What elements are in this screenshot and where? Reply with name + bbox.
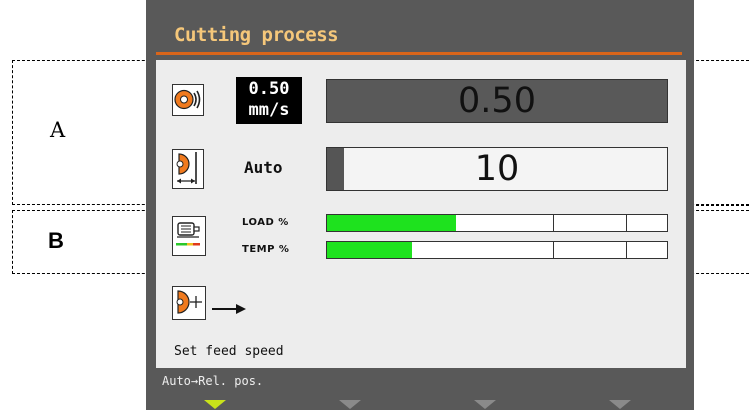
- load-bar: [326, 214, 668, 232]
- mode-level-fill: [327, 148, 344, 190]
- cutting-process-panel: Cutting process 0.50 mm/s 0.50 Auto 10 L…: [146, 0, 694, 410]
- title-underline: [156, 52, 682, 55]
- softkey-label: Auto→Rel. pos.: [162, 374, 264, 388]
- softkey-3-indicator-icon[interactable]: [474, 400, 496, 409]
- feed-speed-display[interactable]: 0.50: [326, 79, 668, 123]
- panel-title: Cutting process: [174, 24, 339, 46]
- temp-bar: [326, 241, 668, 259]
- temp-bar-tick: [626, 242, 628, 258]
- blade-position-icon[interactable]: [172, 149, 204, 189]
- annotation-label-b: B: [48, 228, 64, 253]
- temp-label: TEMP %: [242, 244, 290, 255]
- arrow-right-icon: [212, 300, 246, 319]
- mode-value-display[interactable]: 10: [326, 147, 668, 191]
- motor-icon: [172, 216, 206, 256]
- softkey-4-indicator-icon[interactable]: [609, 400, 631, 409]
- mode-label: Auto: [244, 158, 283, 177]
- feed-speed-badge-unit: mm/s: [248, 100, 290, 120]
- status-text: Set feed speed: [174, 344, 284, 359]
- load-bar-tick: [553, 215, 555, 231]
- load-label: LOAD %: [242, 217, 289, 228]
- feed-speed-badge-value: 0.50: [248, 79, 290, 99]
- annotation-label-a: A: [50, 118, 66, 142]
- load-bar-tick: [626, 215, 628, 231]
- temp-bar-fill: [327, 242, 412, 258]
- feed-move-icon[interactable]: [172, 286, 206, 320]
- feed-speed-icon[interactable]: [172, 84, 204, 116]
- temp-bar-tick: [553, 242, 555, 258]
- load-bar-fill: [327, 215, 457, 231]
- panel-content: 0.50 mm/s 0.50 Auto 10 LOAD % TEMP % Set…: [156, 60, 686, 368]
- feed-speed-badge: 0.50 mm/s: [236, 77, 302, 124]
- softkey-2-indicator-icon[interactable]: [339, 400, 361, 409]
- softkey-1-indicator-icon[interactable]: [204, 400, 226, 409]
- mode-value: 10: [474, 149, 520, 189]
